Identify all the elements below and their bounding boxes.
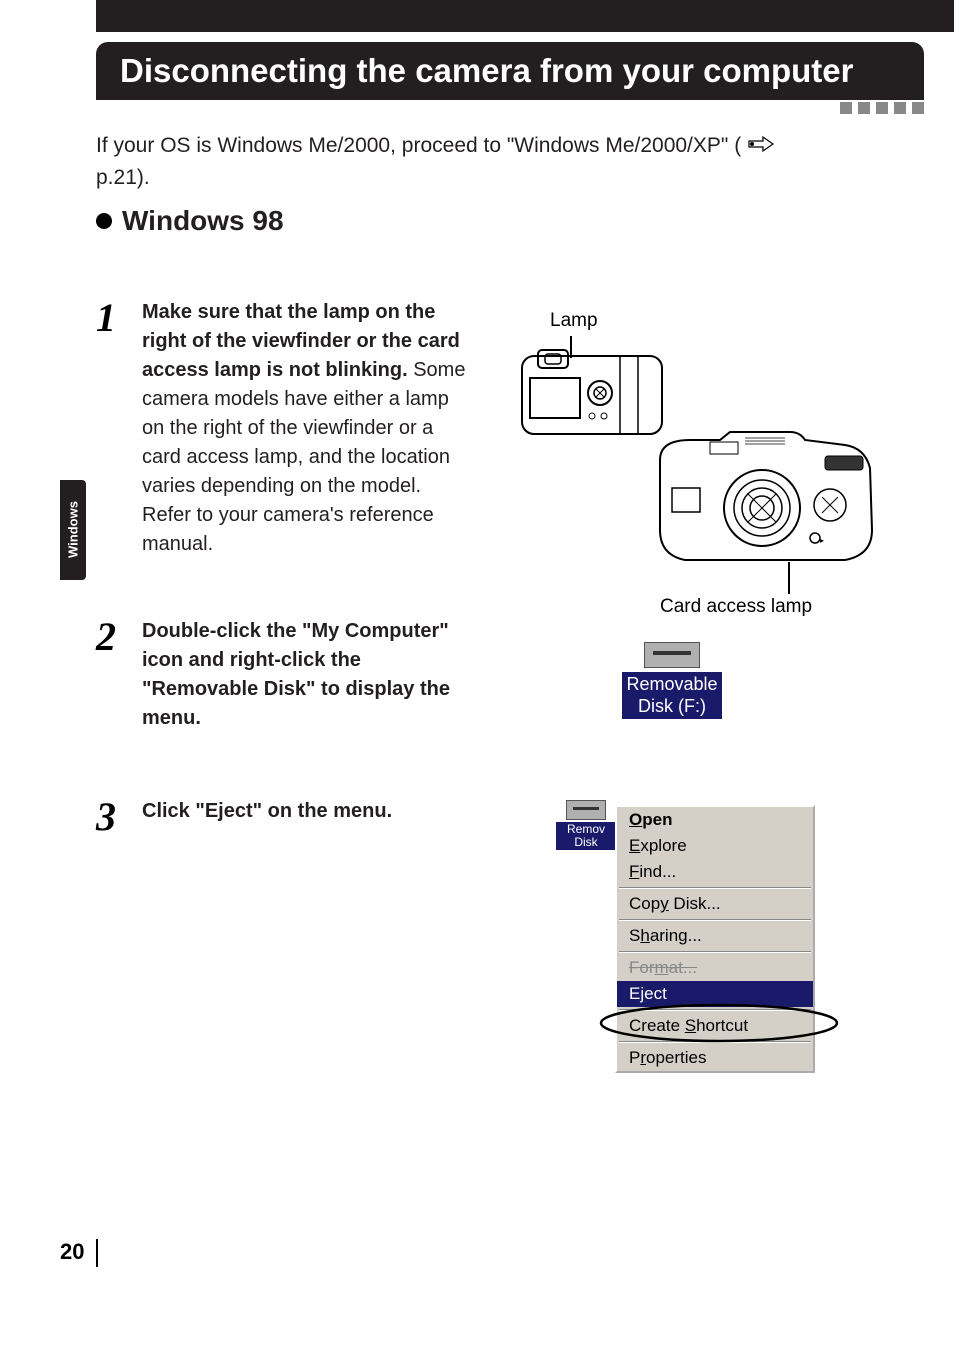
menu-explore[interactable]: Explore	[617, 833, 813, 859]
menu-open[interactable]: Open	[617, 807, 813, 833]
step-3-number: 3	[96, 797, 126, 837]
page-number: 20	[60, 1239, 84, 1265]
step-2-text: Double-click the "My Computer" icon and …	[142, 617, 472, 733]
remov-small-icon[interactable]: Remov Disk	[556, 800, 616, 850]
menu-copy-disk[interactable]: Copy Disk...	[617, 891, 813, 917]
intro-text: If your OS is Windows Me/2000, proceed t…	[96, 130, 876, 194]
lamp-label: Lamp	[550, 310, 598, 332]
menu-sharing[interactable]: Sharing...	[617, 923, 813, 949]
small-camera-icon	[520, 348, 665, 443]
intro-line2: p.21).	[96, 166, 150, 189]
eject-highlight-circle	[598, 1002, 840, 1044]
top-bar	[96, 0, 954, 32]
removable-disk-icon[interactable]: Removable Disk (F:)	[607, 642, 737, 719]
intro-line1: If your OS is Windows Me/2000, proceed t…	[96, 134, 741, 157]
step-3-bold: Click "Eject" on the menu.	[142, 800, 392, 822]
card-pointer-line	[788, 562, 790, 594]
section-text: Windows 98	[122, 205, 284, 237]
page-title-bar: Disconnecting the camera from your compu…	[96, 42, 924, 100]
menu-separator	[619, 887, 811, 889]
removable-line2: Disk (F:)	[638, 696, 706, 716]
remov-small-line1: Remov	[567, 822, 605, 836]
bullet-icon	[96, 213, 112, 229]
big-camera-icon: ▸	[650, 430, 880, 580]
pointing-hand-icon	[747, 131, 775, 163]
menu-separator	[619, 951, 811, 953]
decorative-dots	[840, 102, 924, 114]
camera-illustration: Lamp ▸	[510, 300, 880, 620]
svg-text:▸: ▸	[820, 536, 824, 545]
disk-drive-icon	[644, 642, 700, 668]
small-drive-icon	[566, 800, 606, 820]
page-title: Disconnecting the camera from your compu…	[120, 52, 854, 90]
step-2: 2 Double-click the "My Computer" icon an…	[96, 617, 886, 733]
step-1-rest: Some camera models have either a lamp on…	[142, 359, 465, 555]
step-1-text: Make sure that the lamp on the right of …	[142, 298, 472, 559]
step-2-bold: Double-click the "My Computer" icon and …	[142, 620, 450, 729]
menu-find[interactable]: Find...	[617, 859, 813, 885]
card-access-label: Card access lamp	[660, 596, 812, 618]
removable-disk-label: Removable Disk (F:)	[622, 672, 721, 719]
menu-separator	[619, 919, 811, 921]
menu-format: Format...	[617, 955, 813, 981]
section-heading: Windows 98	[96, 205, 284, 237]
side-tab-label: Windows	[66, 502, 81, 559]
step-2-number: 2	[96, 617, 126, 733]
side-tab: Windows	[60, 480, 86, 580]
remov-small-label: Remov Disk	[556, 822, 616, 850]
remov-small-line2: Disk	[574, 835, 597, 849]
page-number-divider	[96, 1239, 98, 1267]
removable-line1: Removable	[626, 674, 717, 694]
step-1-number: 1	[96, 298, 126, 559]
menu-properties[interactable]: Properties	[617, 1045, 813, 1071]
step-3-text: Click "Eject" on the menu.	[142, 797, 472, 837]
